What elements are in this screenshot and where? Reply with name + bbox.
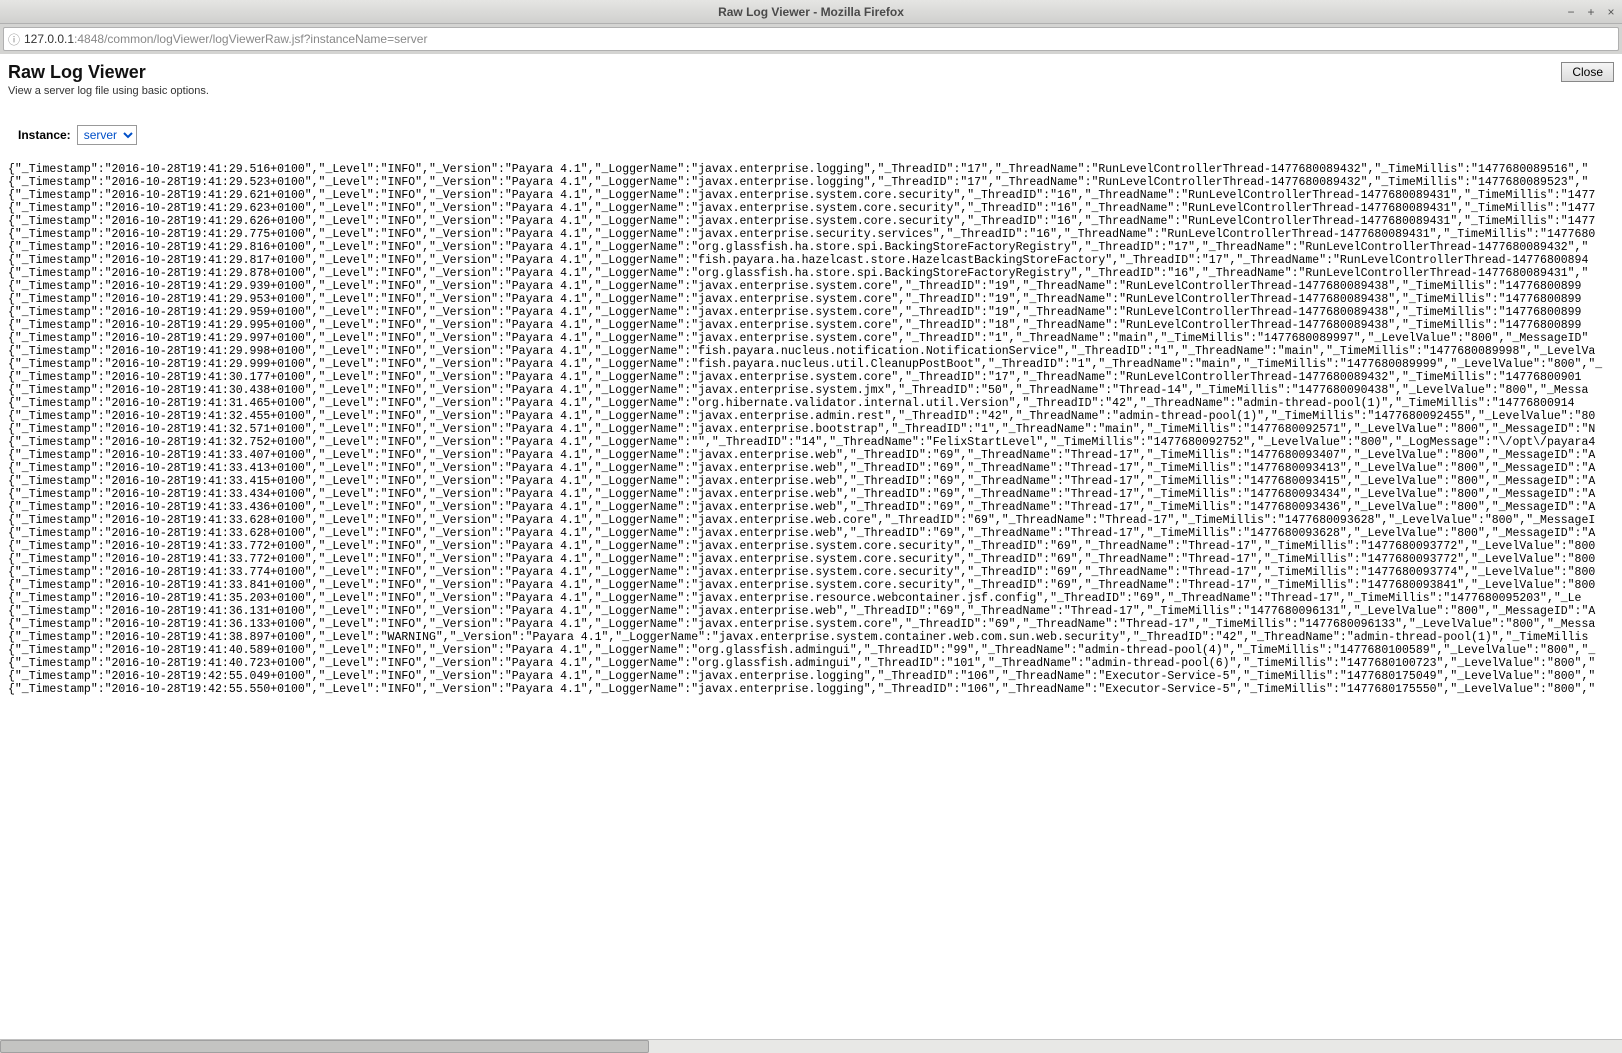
horizontal-scrollbar[interactable] (0, 1039, 1622, 1053)
log-output: {"_Timestamp":"2016-10-28T19:41:29.516+0… (8, 163, 1614, 1045)
instance-label: Instance: (18, 128, 71, 142)
close-window-icon[interactable]: × (1604, 5, 1618, 19)
page-content: Raw Log Viewer View a server log file us… (0, 54, 1622, 1053)
minimize-icon[interactable]: − (1564, 5, 1578, 19)
url-bar[interactable]: ⓘ 127.0.0.1:4848/common/logViewer/logVie… (3, 27, 1619, 51)
maximize-icon[interactable]: + (1584, 5, 1598, 19)
scrollbar-thumb[interactable] (0, 1040, 649, 1053)
window-title: Raw Log Viewer - Mozilla Firefox (718, 5, 904, 19)
url-text: 127.0.0.1:4848/common/logViewer/logViewe… (24, 32, 1618, 46)
page-subtitle: View a server log file using basic optio… (8, 85, 209, 97)
instance-select[interactable]: server (77, 125, 137, 145)
page-title: Raw Log Viewer (8, 62, 209, 83)
window-titlebar: Raw Log Viewer - Mozilla Firefox − + × (0, 0, 1622, 24)
info-icon[interactable]: ⓘ (4, 31, 24, 48)
close-button[interactable]: Close (1561, 62, 1614, 82)
